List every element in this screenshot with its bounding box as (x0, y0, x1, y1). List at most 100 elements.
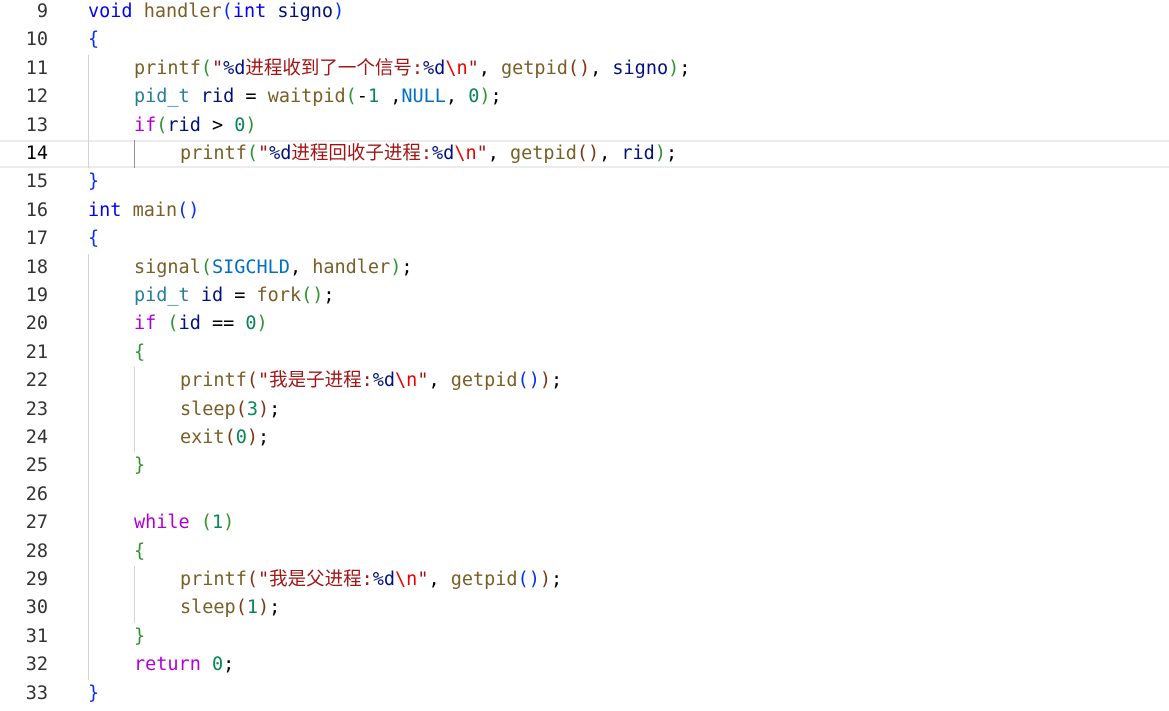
code-text: } (134, 623, 145, 651)
code-token: ( (200, 256, 212, 278)
code-token: signo (612, 57, 669, 79)
code-line[interactable]: 32 return 0; (0, 651, 1169, 679)
code-token: , (599, 143, 622, 164)
code-token: ( (167, 313, 179, 335)
code-token: sleep (180, 398, 236, 420)
code-token: rid (621, 143, 655, 164)
code-text: printf("我是父进程:%d\n", getpid()); (180, 566, 562, 594)
code-line[interactable]: 13 if(rid > 0) (0, 112, 1169, 140)
code-token: { (134, 341, 146, 363)
code-token: ) (668, 57, 680, 79)
code-line[interactable]: 29 printf("我是父进程:%d\n", getpid()); (0, 566, 1169, 594)
code-token: %d (423, 57, 446, 79)
code-line[interactable]: 11 printf("%d进程收到了一个信号:%d\n", getpid(), s… (0, 55, 1169, 83)
code-line[interactable]: 30 sleep(1); (0, 594, 1169, 622)
code-token: , (590, 57, 613, 79)
code-line[interactable]: 28 { (0, 538, 1169, 566)
code-token: \n (454, 143, 477, 164)
code-token: ( (235, 398, 247, 420)
code-token: fork (256, 285, 302, 306)
code-token: " (257, 143, 270, 164)
line-number: 19 (25, 285, 48, 306)
code-token: 0 (468, 86, 480, 108)
current-code-line[interactable]: 14 printf("%d进程回收子进程:%d\n", getpid(), rid… (0, 140, 1169, 169)
code-text: int main() (88, 197, 199, 225)
code-text: { (134, 339, 145, 367)
code-token: > (200, 114, 235, 136)
code-token: ( (224, 427, 236, 448)
code-token: , (428, 569, 451, 590)
code-token: waitpid (267, 86, 346, 108)
code-token: ) (539, 370, 551, 392)
line-number: 11 (25, 57, 48, 79)
code-text: } (134, 452, 145, 480)
line-number: 17 (25, 228, 48, 250)
code-text: printf("%d进程收到了一个信号:%d\n", getpid(), sig… (134, 55, 690, 83)
code-token: id (200, 285, 224, 306)
code-line[interactable]: 33} (0, 680, 1169, 708)
line-number: 25 (25, 455, 48, 477)
line-number: 33 (25, 682, 48, 704)
code-token: 1 (246, 597, 258, 619)
code-token: getpid (450, 569, 518, 590)
code-text: printf("我是子进程:%d\n", getpid()); (180, 367, 562, 395)
code-token: ) (539, 569, 551, 590)
code-line[interactable]: 10 { (0, 26, 1169, 54)
code-token: "我是父进程: (257, 569, 373, 590)
code-token: while (134, 512, 190, 534)
code-token: %d (269, 143, 292, 164)
code-token: 0 (235, 427, 247, 448)
code-token: ; (550, 569, 563, 590)
code-token: 0 (234, 114, 246, 136)
code-token: ( (345, 86, 357, 108)
code-token: ( (246, 569, 258, 590)
code-token: void (88, 1, 133, 22)
code-token: ( (200, 512, 212, 534)
code-line[interactable]: 17 { (0, 225, 1169, 253)
code-line[interactable]: 9 void handler(int signo) (0, 0, 1169, 26)
line-number: 16 (25, 199, 48, 221)
code-line[interactable]: 15} (0, 168, 1169, 196)
code-line[interactable]: 26 (0, 481, 1169, 509)
code-token: ( (246, 143, 258, 164)
code-line[interactable]: 16 int main() (0, 197, 1169, 225)
code-token: , (487, 143, 511, 164)
code-token: if (134, 114, 157, 136)
code-text: pid_t rid = waitpid(-1 ,NULL, 0); (134, 83, 502, 111)
code-line[interactable]: 24 exit(0); (0, 424, 1169, 452)
code-editor[interactable]: 9 void handler(int signo) 10{11 printf("%d进… (0, 0, 1169, 711)
code-token: printf (180, 143, 247, 164)
code-line[interactable]: 19 pid_t id = fork(); (0, 282, 1169, 310)
code-line[interactable]: 23 sleep(3); (0, 396, 1169, 424)
code-token: ) (654, 143, 666, 164)
code-token: ; (323, 285, 335, 306)
code-token: , (289, 256, 313, 278)
code-line[interactable]: 27 while (1) (0, 509, 1169, 537)
code-token: %d (372, 569, 396, 590)
code-line[interactable]: 22 printf("我是子进程:%d\n", getpid()); (0, 367, 1169, 395)
code-line[interactable]: 18 signal(SIGCHLD, handler); (0, 254, 1169, 282)
code-token: " (417, 370, 429, 392)
code-token: () (301, 285, 324, 306)
code-line[interactable]: 25} (0, 452, 1169, 480)
code-token: 1 (211, 512, 224, 534)
code-line[interactable]: 31} (0, 623, 1169, 651)
code-line[interactable]: 20 if (id == 0) (0, 310, 1169, 338)
code-token: , (379, 86, 402, 108)
code-token: printf (180, 370, 247, 392)
indent-guide (88, 253, 89, 680)
code-token: { (88, 29, 100, 51)
code-line[interactable]: 12 pid_t rid = waitpid(-1 ,NULL, 0); (0, 83, 1169, 111)
code-token: ; (401, 256, 413, 278)
code-line[interactable]: 21 { (0, 339, 1169, 367)
indent-guide (134, 566, 135, 623)
line-number: 9 (36, 1, 48, 22)
code-token: ; (269, 597, 281, 619)
code-token: - (356, 86, 368, 108)
